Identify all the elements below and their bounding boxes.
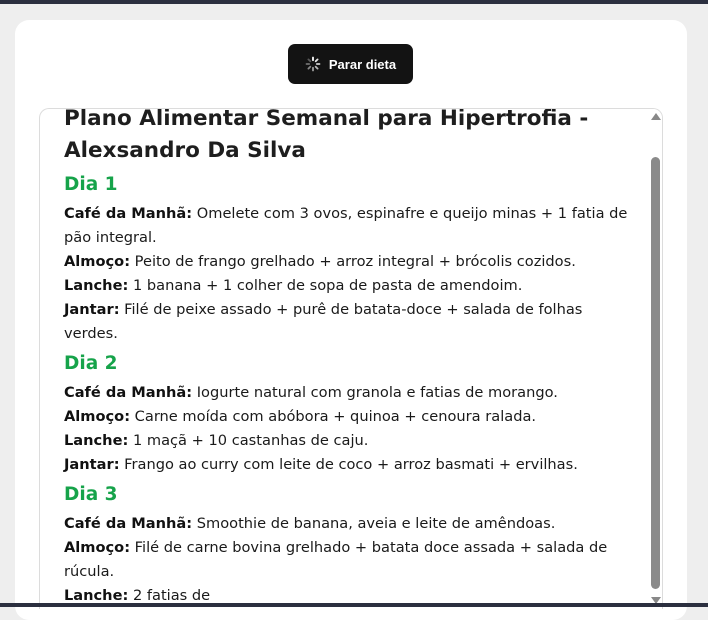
meal-label: Lanche: (64, 432, 129, 449)
meal-line: Almoço: Peito de frango grelhado + arroz… (64, 250, 634, 274)
meal-label: Almoço: (64, 253, 131, 270)
meal-text: 2 fatias de (128, 587, 211, 604)
meal-text: Iogurte natural com granola e fatias de … (192, 384, 558, 401)
day-heading: Dia 1 (64, 174, 118, 195)
day-heading: Dia 2 (64, 353, 118, 374)
meal-label: Jantar: (64, 456, 120, 473)
meal-label: Café da Manhã: (64, 205, 193, 222)
diet-card: Parar dieta Plano Alimentar Semanal para… (15, 20, 687, 620)
meal-line: Café da Manhã: Omelete com 3 ovos, espin… (64, 202, 634, 250)
meal-text: 1 banana + 1 colher de sopa de pasta de … (128, 277, 523, 294)
meal-label: Café da Manhã: (64, 515, 193, 532)
meal-line: Jantar: Filé de peixe assado + purê de b… (64, 298, 634, 346)
meal-label: Jantar: (64, 301, 120, 318)
diet-plan-scroll-area[interactable]: Plano Alimentar Semanal para Hipertrofia… (39, 108, 663, 609)
meal-text: Peito de frango grelhado + arroz integra… (130, 253, 576, 270)
day-heading: Dia 3 (64, 484, 118, 505)
meal-text: Frango ao curry com leite de coco + arro… (119, 456, 578, 473)
meal-label: Almoço: (64, 539, 131, 556)
meal-line: Almoço: Filé de carne bovina grelhado + … (64, 536, 634, 584)
meal-label: Café da Manhã: (64, 384, 193, 401)
stop-diet-button[interactable]: Parar dieta (288, 44, 413, 84)
diet-plan-content: Plano Alimentar Semanal para Hipertrofia… (64, 108, 634, 608)
scroll-up-arrow-icon[interactable] (651, 113, 661, 120)
meal-line: Almoço: Carne moída com abóbora + quinoa… (64, 405, 634, 429)
meal-line: Café da Manhã: Iogurte natural com grano… (64, 381, 634, 405)
meal-label: Almoço: (64, 408, 131, 425)
meal-text: 1 maçã + 10 castanhas de caju. (128, 432, 369, 449)
spinner-icon (305, 56, 321, 72)
meal-text: Filé de carne bovina grelhado + batata d… (64, 539, 608, 580)
meal-line: Café da Manhã: Smoothie de banana, aveia… (64, 512, 634, 536)
window-top-bar (0, 0, 708, 4)
meal-label: Lanche: (64, 277, 129, 294)
plan-title: Plano Alimentar Semanal para Hipertrofia… (64, 108, 589, 163)
stop-diet-label: Parar dieta (328, 56, 397, 72)
meal-label: Lanche: (64, 587, 129, 604)
scrollbar-thumb[interactable] (651, 157, 660, 589)
vertical-scrollbar[interactable] (650, 109, 662, 609)
meal-line: Lanche: 1 maçã + 10 castanhas de caju. (64, 429, 634, 453)
meal-text: Carne moída com abóbora + quinoa + cenou… (130, 408, 537, 425)
meal-line: Jantar: Frango ao curry com leite de coc… (64, 453, 634, 477)
meal-line: Lanche: 1 banana + 1 colher de sopa de p… (64, 274, 634, 298)
window-bottom-bar (0, 603, 708, 607)
meal-text: Filé de peixe assado + purê de batata-do… (64, 301, 583, 342)
meal-text: Smoothie de banana, aveia e leite de amê… (192, 515, 556, 532)
